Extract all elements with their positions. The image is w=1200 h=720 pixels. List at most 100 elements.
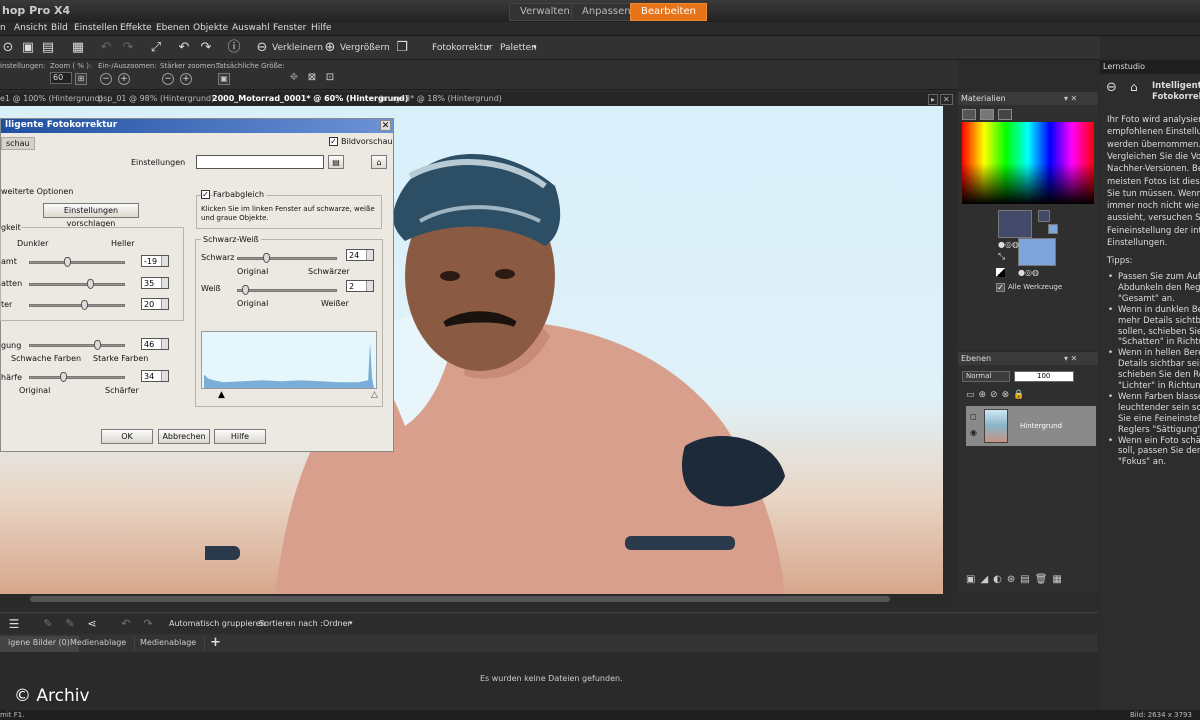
zoom-input[interactable]: 60 xyxy=(50,72,72,84)
zoom-more-in-icon[interactable]: + xyxy=(180,73,192,85)
shadows-slider-handle[interactable] xyxy=(87,279,94,289)
foreground-color-swatch[interactable] xyxy=(998,210,1032,238)
saturation-slider[interactable] xyxy=(29,344,125,347)
foreground-small-swatch[interactable] xyxy=(1038,210,1050,222)
background-color-swatch[interactable] xyxy=(1018,238,1056,266)
vertical-scrollbar[interactable] xyxy=(943,106,953,594)
resize-icon[interactable]: ⤢ xyxy=(148,40,164,56)
black-slider[interactable] xyxy=(237,257,337,260)
highlights-input[interactable]: 20 xyxy=(141,298,169,310)
panel-menu-icon[interactable]: ▾ ✕ xyxy=(1064,354,1077,363)
tab-media-tray-1[interactable]: Medienablage xyxy=(62,636,136,652)
doc-tab-4[interactable]: Image3* @ 18% (Hintergrund) xyxy=(380,94,502,103)
color-spectrum[interactable] xyxy=(962,122,1094,204)
layer-tool-icons[interactable]: ▭⊕⊘⊗🔒 xyxy=(966,390,1028,400)
menu-layers[interactable]: Ebenen xyxy=(156,23,190,33)
actual-size-icon[interactable]: ▣ xyxy=(218,73,230,85)
tab-edit[interactable]: Bearbeiten xyxy=(630,3,707,21)
palette-mode-icon[interactable] xyxy=(962,109,976,120)
background-small-swatch[interactable] xyxy=(1048,224,1058,234)
swap-colors-icon[interactable]: ⤡ xyxy=(998,252,1005,262)
crosshair-icon[interactable]: ✥ xyxy=(286,70,302,86)
doc-tab-3[interactable]: 2000_Motorrad_0001* @ 60% (Hintergrund) xyxy=(212,94,408,103)
redo-icon[interactable]: ↷ xyxy=(120,40,136,56)
saturation-slider-handle[interactable] xyxy=(94,340,101,350)
zoom-more-out-icon[interactable]: − xyxy=(162,73,174,85)
focus-slider[interactable] xyxy=(29,376,125,379)
zoom-out-button[interactable]: Verkleinern xyxy=(272,43,323,53)
zoom-in-icon[interactable]: ⊕ xyxy=(322,40,338,56)
highlights-slider-handle[interactable] xyxy=(81,300,88,310)
tab-media-tray-2[interactable]: Medienablage xyxy=(132,636,206,652)
palettes-menu[interactable]: Paletten xyxy=(500,43,537,53)
overall-slider-handle[interactable] xyxy=(64,257,71,267)
undo-icon[interactable]: ↶ xyxy=(98,40,114,56)
edit-icon[interactable]: ✎ xyxy=(62,616,78,632)
bg-texture-toggle-icons[interactable]: ●◎◍ xyxy=(1018,268,1039,277)
cancel-button[interactable]: Abbrechen xyxy=(158,429,210,444)
save-preset-icon[interactable]: ▤ xyxy=(328,155,344,169)
focus-input[interactable]: 34 xyxy=(141,370,169,382)
white-input[interactable]: 2 xyxy=(346,280,374,292)
menu-adjust[interactable]: Einstellen xyxy=(74,23,118,33)
eye-icon[interactable]: ◉ xyxy=(970,428,977,437)
black-input[interactable]: 24 xyxy=(346,249,374,261)
auto-group-button[interactable]: Automatisch gruppieren xyxy=(169,619,266,628)
white-slider-handle[interactable] xyxy=(242,285,249,295)
color-balance-checkbox[interactable]: ✓ xyxy=(201,190,210,199)
white-slider[interactable] xyxy=(237,289,337,292)
zoom-out-small-icon[interactable]: − xyxy=(100,73,112,85)
close-tab-icon[interactable]: ✕ xyxy=(940,94,953,105)
overall-slider[interactable] xyxy=(29,261,125,264)
copy-icon[interactable]: ❐ xyxy=(394,40,410,56)
white-point-marker-icon[interactable]: △ xyxy=(371,390,378,400)
menu-window[interactable]: Fenster xyxy=(273,23,306,33)
rainbow-icon[interactable] xyxy=(998,109,1012,120)
save-as-icon[interactable]: ▤ xyxy=(40,40,56,56)
opacity-input[interactable]: 100 xyxy=(1014,371,1074,382)
shadows-slider[interactable] xyxy=(29,283,125,286)
black-point-marker-icon[interactable]: ▲ xyxy=(218,390,225,400)
back-icon[interactable]: ⊖ xyxy=(1106,80,1117,95)
presets-dropdown[interactable] xyxy=(196,155,324,169)
reset-colors-icon[interactable] xyxy=(996,268,1005,277)
all-tools-checkbox[interactable]: ✓ xyxy=(996,283,1005,292)
menu-file[interactable]: n xyxy=(0,23,6,33)
sort-dropdown[interactable]: Ordner xyxy=(323,619,351,628)
fit-image-icon[interactable]: ⊡ xyxy=(322,70,338,86)
doc-tab-1[interactable]: e1 @ 100% (Hintergrund) xyxy=(0,94,103,103)
zoom-stepper-icon[interactable]: ⊞ xyxy=(75,73,87,85)
rotate-right-icon[interactable]: ↷ xyxy=(140,616,156,632)
doc-tab-2[interactable]: psp_01 @ 98% (Hintergrund) xyxy=(98,94,214,103)
highlights-slider[interactable] xyxy=(29,304,125,307)
print-icon[interactable]: ▦ xyxy=(70,40,86,56)
organizer-menu-icon[interactable]: ☰ xyxy=(6,616,22,632)
fit-window-icon[interactable]: ⊠ xyxy=(304,70,320,86)
scroll-tabs-icon[interactable]: ▸ xyxy=(928,94,939,105)
menu-objects[interactable]: Objekte xyxy=(193,23,228,33)
zoom-out-icon[interactable]: ⊖ xyxy=(254,40,270,56)
home-icon[interactable]: ⌂ xyxy=(1130,80,1138,94)
black-slider-handle[interactable] xyxy=(263,253,270,263)
layer-action-icons[interactable]: ▣◢◐⊛▤🗑▦ xyxy=(966,574,1067,585)
shadows-input[interactable]: 35 xyxy=(141,277,169,289)
redo-history-icon[interactable]: ↷ xyxy=(198,40,214,56)
preview-tab[interactable]: schau xyxy=(1,137,35,150)
texture-toggle-icons[interactable]: ●◎◍ xyxy=(998,240,1019,249)
swatches-icon[interactable] xyxy=(980,109,994,120)
zoom-in-small-icon[interactable]: + xyxy=(118,73,130,85)
rotate-left-icon[interactable]: ↶ xyxy=(118,616,134,632)
saturation-input[interactable]: 46 xyxy=(141,338,169,350)
ok-button[interactable]: OK xyxy=(101,429,153,444)
scroll-thumb[interactable] xyxy=(30,596,890,602)
menu-effects[interactable]: Effekte xyxy=(120,23,152,33)
close-icon[interactable]: ✕ xyxy=(380,120,391,131)
share-icon[interactable]: ⋖ xyxy=(84,616,100,632)
visibility-icon[interactable]: ◻ xyxy=(970,412,977,421)
preview-checkbox[interactable]: ✓ xyxy=(329,137,338,146)
open-preset-icon[interactable]: ⌂ xyxy=(371,155,387,169)
blend-mode-dropdown[interactable]: Normal xyxy=(962,371,1010,382)
layer-row-background[interactable]: ◻ ◉ Hintergrund xyxy=(966,406,1096,446)
save-icon[interactable]: ▣ xyxy=(20,40,36,56)
menu-view[interactable]: Ansicht xyxy=(14,23,47,33)
